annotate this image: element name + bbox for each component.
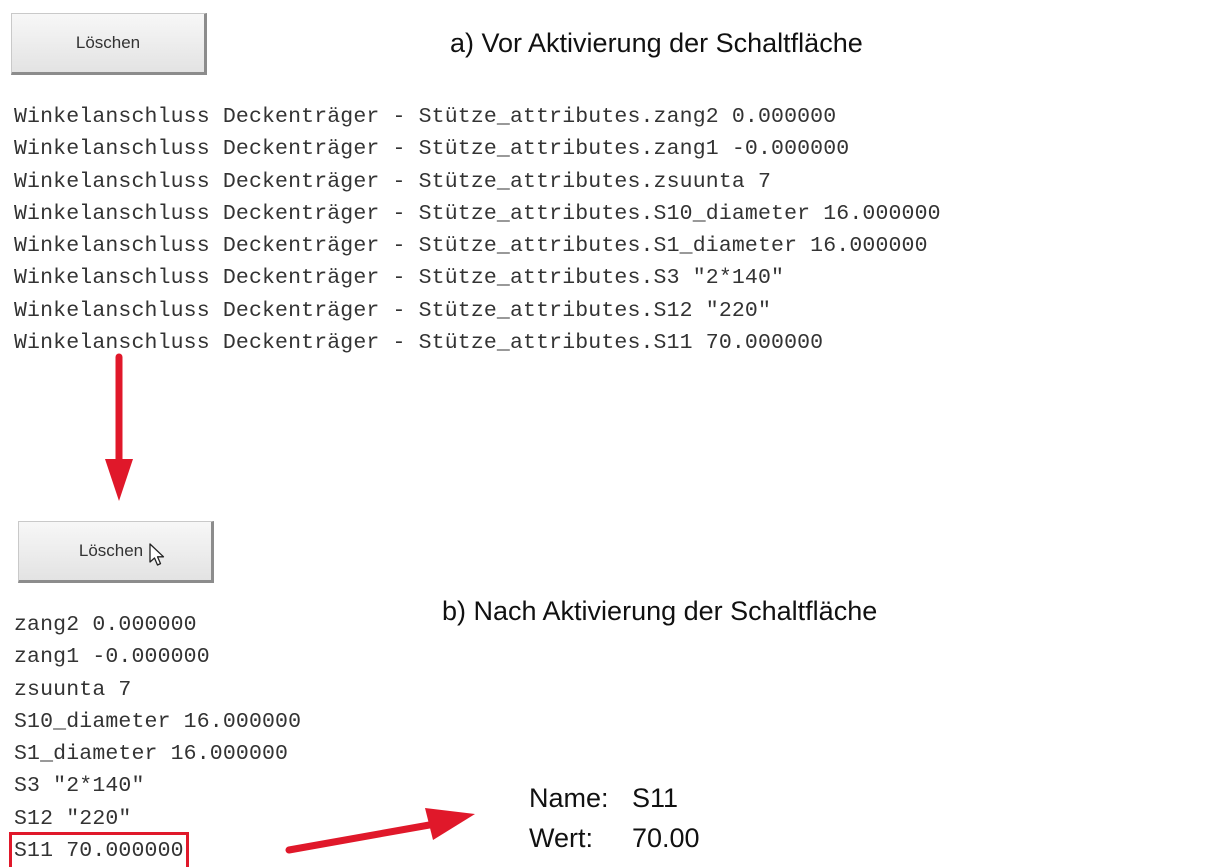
list-item: Winkelanschluss Deckenträger - Stütze_at…: [14, 234, 928, 259]
list-item: Winkelanschluss Deckenträger - Stütze_at…: [14, 137, 850, 162]
loeschen-button-label: Löschen: [78, 541, 144, 560]
list-item: Winkelanschluss Deckenträger - Stütze_at…: [14, 201, 941, 226]
value-value: 70.00: [632, 822, 700, 853]
value-row: Wert: 70.00: [529, 818, 700, 858]
list-item: zang1 -0.000000: [14, 645, 210, 670]
list-item: Winkelanschluss Deckenträger - Stütze_at…: [14, 331, 824, 356]
loeschen-button[interactable]: Löschen: [11, 13, 207, 75]
selected-attribute-info: Name: S11 Wert: 70.00: [529, 778, 700, 858]
list-item: S10_diameter 16.000000: [14, 709, 302, 734]
heading-before: a) Vor Aktivierung der Schaltfläche: [450, 28, 863, 58]
loeschen-button-label: Löschen: [75, 33, 141, 52]
list-item-selected[interactable]: S11 70.000000: [9, 832, 301, 867]
list-item: zang2 0.000000: [14, 613, 197, 637]
list-item: Winkelanschluss Deckenträger - Stütze_at…: [14, 298, 772, 323]
value-label: Wert:: [529, 822, 594, 853]
name-value: S11: [632, 782, 679, 813]
arrow-down-icon: [105, 353, 133, 501]
list-item: Winkelanschluss Deckenträger - Stütze_at…: [14, 105, 837, 129]
mouse-pointer-icon: [149, 543, 165, 566]
selected-entry-highlight: S11 70.000000: [9, 832, 189, 867]
list-item: Winkelanschluss Deckenträger - Stütze_at…: [14, 169, 772, 194]
list-item: S12 "220": [14, 806, 132, 831]
attribute-list-after: zang2 0.000000 zang1 -0.000000 zsuunta 7…: [9, 609, 302, 867]
attribute-list-before: Winkelanschluss Deckenträger - Stütze_at…: [14, 101, 941, 359]
list-item: Winkelanschluss Deckenträger - Stütze_at…: [14, 266, 785, 291]
name-label: Name:: [529, 782, 609, 813]
list-item: S3 "2*140": [14, 774, 145, 799]
arrow-right-icon: [285, 808, 475, 854]
name-row: Name: S11: [529, 778, 700, 818]
list-item: S1_diameter 16.000000: [14, 742, 289, 767]
list-item: zsuunta 7: [14, 677, 132, 702]
heading-after: b) Nach Aktivierung der Schaltfläche: [442, 596, 878, 626]
loeschen-button-hover[interactable]: Löschen: [18, 521, 214, 583]
